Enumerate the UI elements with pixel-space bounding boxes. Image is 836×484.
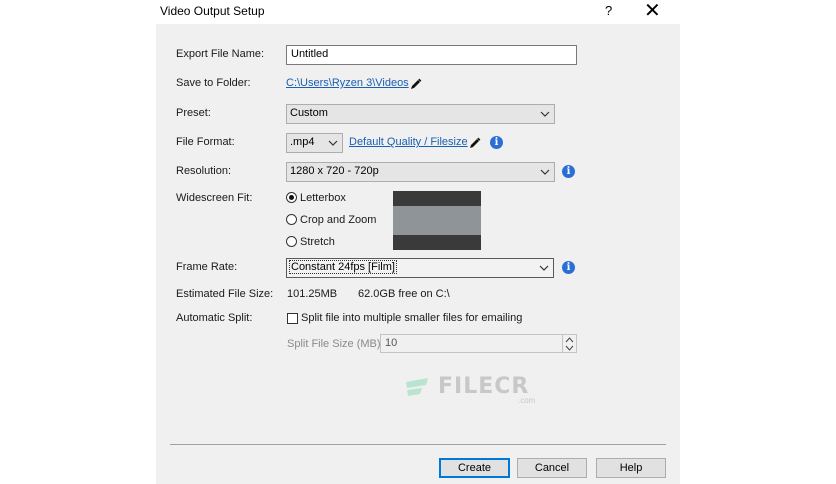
window-title: Video Output Setup [160, 4, 265, 18]
pencil-icon[interactable] [469, 137, 481, 149]
radio-label: Crop and Zoom [300, 214, 377, 226]
file-format-select[interactable]: .mp4 [286, 133, 343, 153]
footer-separator [170, 444, 666, 445]
help-title-button[interactable]: ? [605, 3, 612, 18]
split-checkbox[interactable] [287, 313, 298, 324]
split-checkbox-label: Split file into multiple smaller files f… [301, 312, 523, 324]
title-bar: Video Output Setup ? ✕ [156, 0, 680, 24]
save-to-folder-label: Save to Folder: [176, 77, 251, 89]
close-button[interactable]: ✕ [644, 0, 661, 22]
radio-label: Stretch [300, 236, 335, 248]
chevron-down-icon [328, 140, 338, 146]
resolution-label: Resolution: [176, 165, 232, 177]
spin-down-icon[interactable] [565, 345, 574, 351]
split-file-size-label: Split File Size (MB): [287, 338, 384, 350]
estimated-size-value: 101.25MB [287, 288, 338, 300]
spin-up-icon[interactable] [565, 337, 574, 343]
cancel-button[interactable]: Cancel [517, 458, 587, 478]
free-space-value: 62.0GB free on C:\ [358, 288, 450, 300]
radio-button[interactable] [286, 192, 297, 203]
file-format-label: File Format: [176, 136, 235, 148]
resolution-select[interactable]: 1280 x 720 - 720p [286, 162, 555, 182]
help-button[interactable]: Help [596, 458, 666, 478]
info-icon[interactable]: i [562, 261, 575, 274]
preset-value: Custom [290, 107, 328, 119]
save-folder-link[interactable]: C:\Users\Ryzen 3\Videos [286, 77, 409, 89]
filecr-logo-icon [406, 378, 428, 396]
preset-select[interactable]: Custom [286, 104, 555, 124]
info-icon[interactable]: i [562, 165, 575, 178]
radio-button[interactable] [286, 236, 297, 247]
split-file-size-input[interactable]: 10 [380, 334, 577, 353]
chevron-down-icon [539, 265, 549, 271]
split-file-size-value: 10 [385, 337, 398, 349]
automatic-split-label: Automatic Split: [176, 312, 253, 324]
frame-rate-value: Constant 24fps [Film] [289, 260, 397, 274]
file-format-value: .mp4 [290, 136, 315, 148]
frame-rate-select[interactable]: Constant 24fps [Film] [286, 258, 554, 278]
chevron-down-icon [540, 111, 550, 117]
info-icon[interactable]: i [490, 136, 503, 149]
letterbox-preview [393, 191, 481, 250]
radio-label: Letterbox [300, 192, 346, 204]
chevron-down-icon [540, 169, 550, 175]
watermark-sub: .com [518, 396, 536, 405]
widescreen-fit-label: Widescreen Fit: [176, 192, 253, 204]
pencil-icon[interactable] [410, 78, 422, 90]
radio-stretch[interactable]: Stretch [286, 236, 335, 248]
quality-filesize-link[interactable]: Default Quality / Filesize [349, 136, 468, 148]
export-file-name-input[interactable]: Untitled [286, 45, 577, 65]
radio-letterbox[interactable]: Letterbox [286, 192, 346, 204]
create-button[interactable]: Create [439, 458, 510, 478]
spin-buttons[interactable] [562, 335, 576, 352]
preset-label: Preset: [176, 107, 211, 119]
radio-button[interactable] [286, 214, 297, 225]
resolution-value: 1280 x 720 - 720p [290, 165, 379, 177]
estimated-file-size-label: Estimated File Size: [176, 288, 274, 300]
watermark-text: FILECR [438, 374, 530, 399]
video-output-setup-dialog: Video Output Setup ? ✕ Export File Name:… [156, 0, 680, 484]
frame-rate-label: Frame Rate: [176, 261, 238, 273]
export-file-name-label: Export File Name: [176, 48, 265, 60]
radio-crop-and-zoom[interactable]: Crop and Zoom [286, 214, 376, 226]
